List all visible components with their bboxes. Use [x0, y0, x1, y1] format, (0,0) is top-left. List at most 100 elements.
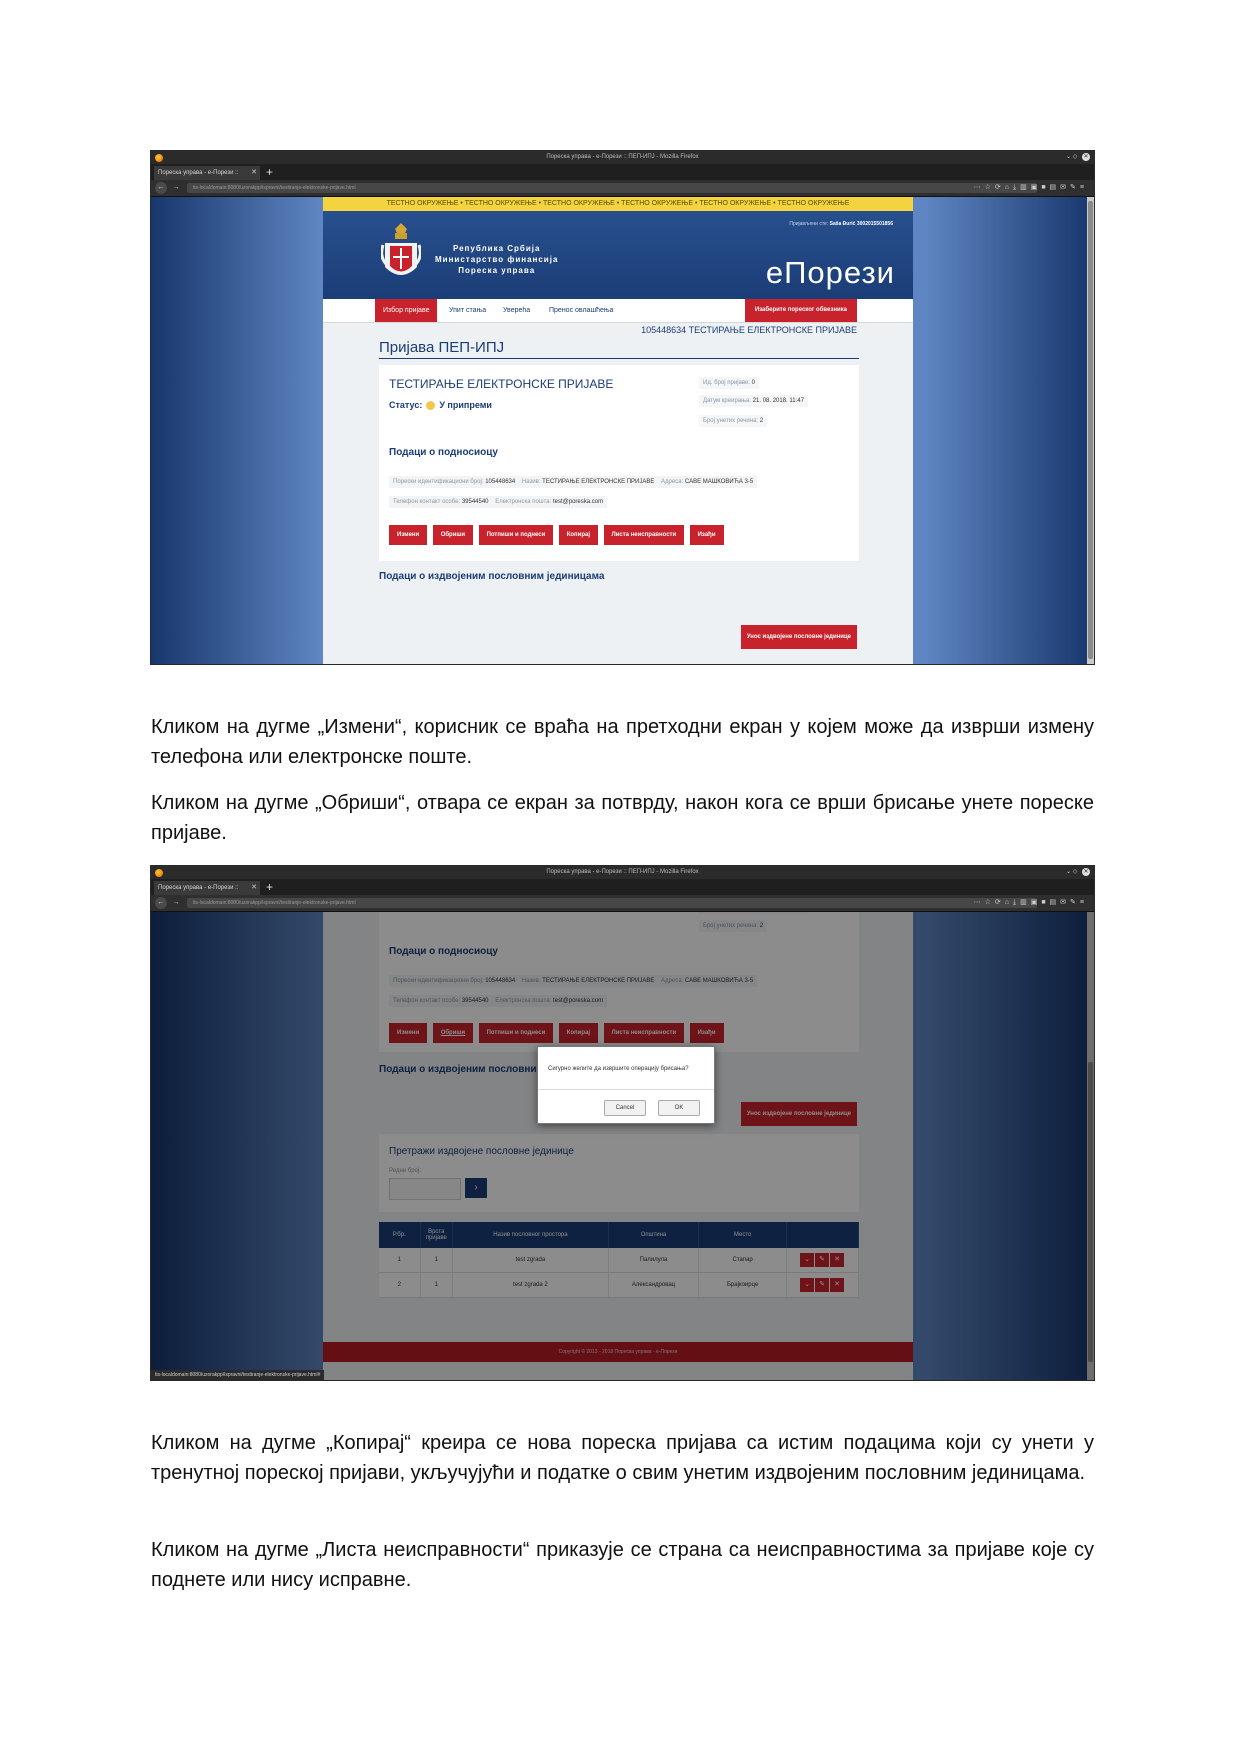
paragraph-error-list: Кликом на дугме „Листа неисправности“ пр…: [151, 1539, 1094, 1591]
phone-value: 39544540: [461, 499, 489, 505]
sign-submit-button[interactable]: Потпиши и поднеси: [478, 525, 554, 545]
pib-label: Порески идентификациони број:: [393, 479, 484, 485]
screenshot-declaration-view: Пореска управа - е-Порези :: ПЕП-ИПЈ - M…: [151, 151, 1094, 664]
scrollbar[interactable]: [1087, 197, 1094, 664]
tab-close-icon[interactable]: ✕: [251, 881, 257, 895]
status-pending-icon: [426, 401, 436, 411]
ministry-line-2: Министарство финансија: [435, 255, 559, 264]
browser-tab[interactable]: Пореска управа - е-Порези :: ✕: [154, 881, 260, 895]
status-value: У припреми: [439, 400, 492, 410]
meta-count: Број унетих речина: 2: [699, 415, 768, 427]
new-tab-icon[interactable]: +: [266, 879, 273, 895]
firefox-logo-icon: [155, 154, 163, 162]
site-header: Република Србија Министарство финансија …: [323, 211, 913, 299]
screenshot-delete-confirm: Пореска управа - е-Порези :: ПЕП-ИПЈ - M…: [151, 866, 1094, 1380]
toolbar-icons[interactable]: ⋯☆⟳⌂⤓▥▣■▤✉✎≡: [974, 183, 1088, 192]
login-user: Saša Đurić 3002015501856: [829, 221, 893, 227]
ministry-line-1: Република Србија: [452, 244, 541, 253]
main-menu: Избор пријаве Упит стања Увереhа Пренос …: [323, 299, 913, 323]
menu-item-declaration-choice[interactable]: Избор пријаве: [375, 299, 438, 322]
meta-date: Датум креирања: 21. 08. 2018. 11:47: [699, 395, 808, 407]
status-label: Статус:: [389, 400, 423, 410]
scrollbar-thumb[interactable]: [1088, 201, 1093, 659]
ministry-line-3: Пореска управа: [458, 266, 536, 275]
delete-confirm-dialog: Сигурно желите да извршите операцију бри…: [537, 1046, 715, 1124]
action-buttons: Измени Обриши Потпиши и поднеси Копирај …: [389, 523, 725, 545]
window-titlebar: Пореска управа - е-Порези :: ПЕП-ИПЈ - M…: [151, 151, 1094, 164]
paragraph-delete: Кликом на дугме „Обриши“, отвара се екра…: [151, 792, 1094, 844]
phone-label: Телефон контакт особе:: [393, 499, 461, 505]
email-value: test@poreska.com: [552, 499, 604, 505]
status: Статус: У припреми: [389, 400, 492, 411]
status-url: tis-localdomain:8080/uzorakpp/ispravni/t…: [151, 1370, 325, 1380]
new-tab-icon[interactable]: +: [266, 164, 273, 180]
meta-id: Ид. број пријаве: 0: [699, 377, 760, 389]
menu-item-authorization-transfer[interactable]: Пренос овлашћења: [541, 299, 621, 322]
meta-id-label: Ид. број пријаве:: [703, 380, 750, 386]
toolbar-icons[interactable]: ⋯☆⟳⌂⤓▥▣■▤✉✎≡: [974, 898, 1088, 907]
login-label: Пријављени сте:: [789, 221, 829, 227]
name-label: Назив:: [521, 479, 541, 485]
browser-tab[interactable]: Пореска управа - е-Порези :: ✕: [154, 166, 260, 180]
add-unit-button[interactable]: Унос издвојене пословне јединице: [740, 625, 857, 649]
back-icon[interactable]: ←: [155, 897, 167, 909]
submitter-info-row-1: Порески идентификациони број: 105448634 …: [389, 476, 758, 488]
paragraph-copy: Кликом на дугме „Копирај“ креира се нова…: [151, 1432, 1094, 1484]
url-text: tis-localdomain:8080/uzorakpp/ispravni/t…: [193, 185, 356, 191]
delete-button[interactable]: Обриши: [432, 525, 474, 545]
nav-bar: ← → tis-localdomain:8080/uzorakpp/isprav…: [151, 180, 1094, 197]
meta-date-label: Датум креирања:: [703, 398, 752, 404]
choose-taxpayer-button[interactable]: Изаберите пореског обвезника: [744, 299, 857, 322]
submitter-section-title: Подаци о подносиоцу: [389, 447, 498, 458]
close-icon[interactable]: ✕: [1082, 153, 1090, 161]
window-controls[interactable]: ⌄ ◇ ✕: [1066, 151, 1090, 164]
dialog-cancel-button[interactable]: Cancel: [604, 1100, 646, 1116]
tab-bar: Пореска управа - е-Порези :: ✕ +: [151, 879, 1094, 895]
error-list-button[interactable]: Листа неисправности: [603, 525, 685, 545]
paragraph-edit: Кликом на дугме „Измени“, корисник се вр…: [151, 716, 1094, 768]
edit-button[interactable]: Измени: [389, 525, 428, 545]
url-bar[interactable]: tis-localdomain:8080/uzorakpp/ispravni/t…: [187, 898, 1037, 908]
page-title: Пријава ПЕП-ИПЈ: [379, 339, 859, 359]
test-environment-banner: ТЕСТНО ОКРУЖЕЊЕ • ТЕСТНО ОКРУЖЕЊЕ • ТЕСТ…: [323, 197, 913, 211]
forward-icon[interactable]: →: [170, 897, 182, 909]
url-bar[interactable]: tis-localdomain:8080/uzorakpp/ispravni/t…: [187, 183, 1037, 193]
address-label: Адреса:: [661, 479, 684, 485]
menu-item-certificates[interactable]: Увереhа: [495, 299, 538, 322]
meta-id-value: 0: [751, 380, 756, 386]
back-icon[interactable]: ←: [155, 182, 167, 194]
pib-value: 105448634: [485, 479, 516, 485]
login-info: Пријављени сте: Saša Đurić 3002015501856: [789, 221, 893, 227]
meta-count-label: Број унетих речина:: [703, 418, 759, 424]
eporezi-page: ТЕСТНО ОКРУЖЕЊЕ • ТЕСТНО ОКРУЖЕЊЕ • ТЕСТ…: [323, 197, 913, 664]
email-label: Електронска пошта:: [495, 499, 552, 505]
close-icon[interactable]: ✕: [1082, 868, 1090, 876]
window-controls[interactable]: ⌄ ◇ ✕: [1066, 866, 1090, 879]
tab-close-icon[interactable]: ✕: [251, 166, 257, 180]
declaration-card: ТЕСТИРАЊЕ ЕЛЕКТРОНСКЕ ПРИЈАВЕ Статус: У п…: [379, 365, 859, 561]
copy-button[interactable]: Копирај: [558, 525, 599, 545]
forward-icon[interactable]: →: [170, 182, 182, 194]
tab-bar: Пореска управа - е-Порези :: ✕ +: [151, 164, 1094, 180]
tab-title: Пореска управа - е-Порези ::: [158, 885, 239, 891]
ministry-title: Република Србија Министарство финансија …: [435, 243, 558, 276]
serbia-coat-of-arms-icon: [381, 223, 421, 275]
submitter-info-row-2: Телефон контакт особе: 39544540 Електрон…: [389, 496, 608, 508]
units-section-title: Подаци о издвојеним пословним јединицама: [379, 571, 605, 582]
address-value: САВЕ МАШКОВИЋА 3-5: [684, 479, 754, 485]
brand-logo: еПорези: [765, 255, 895, 290]
current-taxpayer: 105448634 ТЕСТИРАЊЕ ЕЛЕКТРОНСКЕ ПРИЈАВЕ: [641, 325, 857, 335]
exit-button[interactable]: Изађи: [689, 525, 724, 545]
firefox-logo-icon: [155, 869, 163, 877]
menu-item-balance-query[interactable]: Упит стања: [441, 299, 494, 322]
declaration-title: ТЕСТИРАЊЕ ЕЛЕКТРОНСКЕ ПРИЈАВЕ: [389, 377, 614, 391]
modal-overlay: [151, 912, 1094, 1380]
page-viewport: ТЕСТНО ОКРУЖЕЊЕ • ТЕСТНО ОКРУЖЕЊЕ • ТЕСТ…: [151, 197, 1094, 664]
dialog-message: Сигурно желите да извршите операцију бри…: [548, 1066, 689, 1072]
window-titlebar: Пореска управа - е-Порези :: ПЕП-ИПЈ - M…: [151, 866, 1094, 879]
nav-bar: ← → tis-localdomain:8080/uzorakpp/isprav…: [151, 895, 1094, 912]
url-text: tis-localdomain:8080/uzorakpp/ispravni/t…: [193, 900, 356, 906]
meta-count-value: 2: [759, 418, 764, 424]
dialog-ok-button[interactable]: OK: [658, 1100, 700, 1116]
window-title: Пореска управа - е-Порези :: ПЕП-ИПЈ - M…: [546, 869, 699, 875]
